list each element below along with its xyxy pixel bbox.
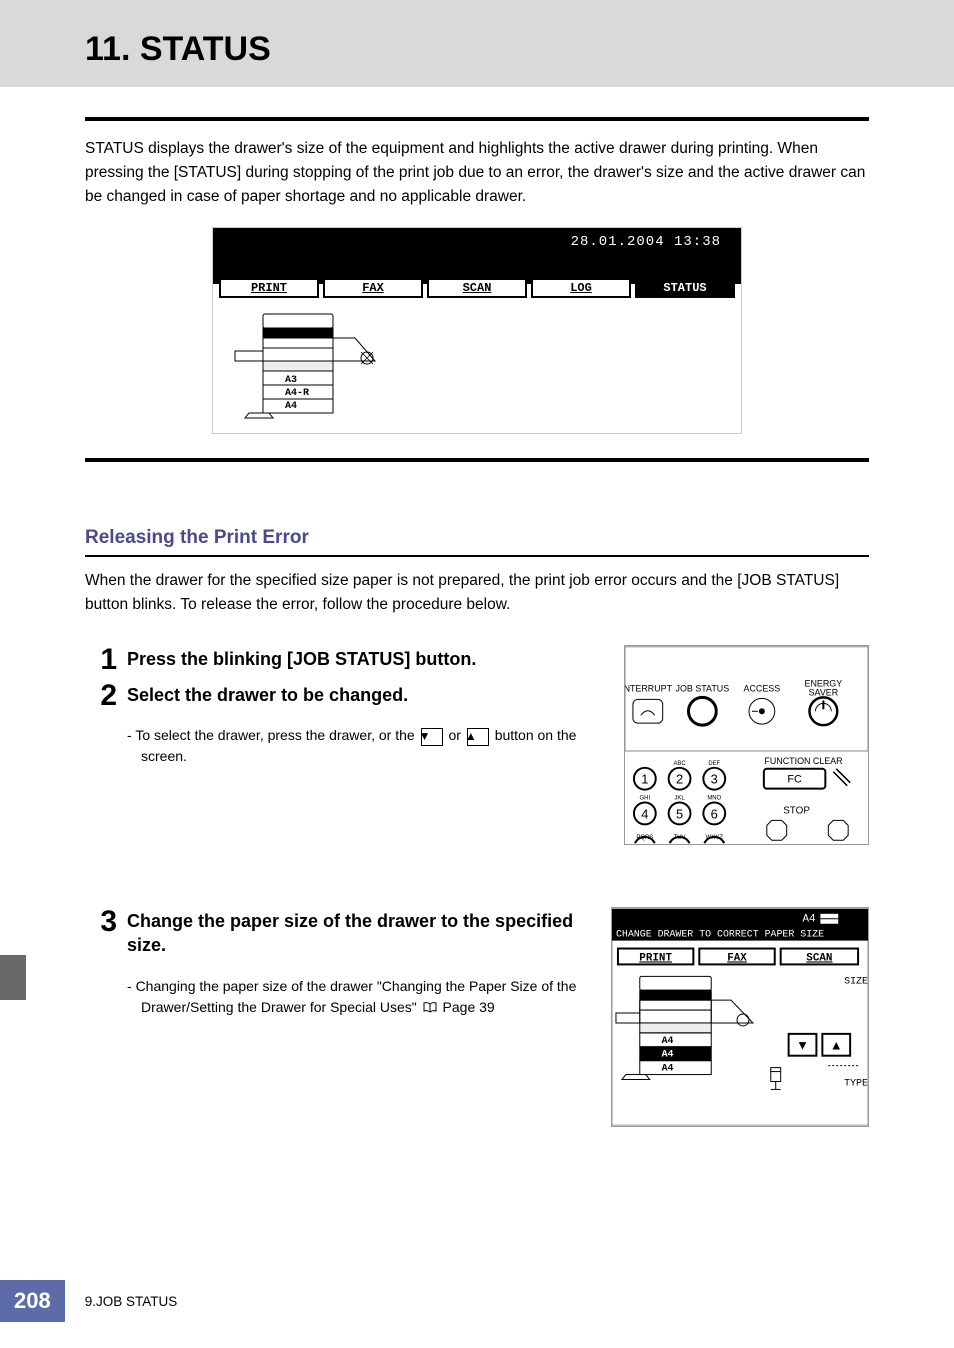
header-bar: 11. STATUS bbox=[0, 0, 954, 87]
intro-paragraph: STATUS displays the drawer's size of the… bbox=[85, 137, 869, 209]
type-label: TYPE bbox=[844, 1078, 868, 1089]
section-heading: Releasing the Print Error bbox=[85, 527, 869, 549]
step-3-pageref: Page 39 bbox=[439, 999, 495, 1015]
svg-text:5: 5 bbox=[676, 806, 683, 821]
step-1: 1 Press the blinking [JOB STATUS] button… bbox=[85, 645, 610, 675]
step-2-number: 2 bbox=[85, 681, 127, 767]
drawer-label-2: A4-R bbox=[285, 387, 309, 400]
svg-text:ABC: ABC bbox=[673, 761, 686, 767]
rule-top bbox=[85, 117, 869, 121]
drawer-label-1: A3 bbox=[285, 374, 309, 387]
step-2: 2 Select the drawer to be changed. To se… bbox=[85, 681, 610, 767]
step-1-title: Press the blinking [JOB STATUS] button. bbox=[127, 647, 610, 671]
svg-text:6: 6 bbox=[711, 806, 718, 821]
steps-1-2-wrap: NTERRUPT JOB STATUS ACCESS ENERGY SAVER … bbox=[85, 645, 869, 845]
side-tab bbox=[0, 955, 26, 1000]
step-3-title: Change the paper size of the drawer to t… bbox=[127, 909, 597, 958]
printer-diagram: A3 A4-R A4 bbox=[225, 306, 385, 421]
tab-fax: FAX bbox=[323, 278, 423, 298]
lcd-top: A4 bbox=[803, 914, 816, 926]
svg-text:2: 2 bbox=[676, 772, 683, 787]
drawer-label-3: A4 bbox=[285, 400, 309, 413]
step-3-number: 3 bbox=[85, 907, 127, 1018]
screenshot-panel: A3 A4-R A4 bbox=[213, 298, 741, 433]
rule-mid bbox=[85, 458, 869, 462]
lbl-stop: STOP bbox=[783, 806, 810, 817]
lcd-panel-image: A4 CHANGE DRAWER TO CORRECT PAPER SIZE P… bbox=[611, 907, 869, 1127]
svg-text:A4: A4 bbox=[662, 1049, 674, 1060]
tab-log: LOG bbox=[531, 278, 631, 298]
tab-print: PRINT bbox=[219, 278, 319, 298]
page-number: 208 bbox=[0, 1280, 65, 1322]
svg-text:▲: ▲ bbox=[830, 1038, 843, 1053]
page-footer: 208 9.JOB STATUS bbox=[0, 1280, 177, 1322]
up-arrow-icon: ▲ bbox=[467, 728, 489, 746]
svg-text:A4: A4 bbox=[662, 1063, 674, 1074]
down-arrow-icon: ▼ bbox=[421, 728, 443, 746]
book-icon bbox=[423, 1002, 437, 1013]
step-2-title: Select the drawer to be changed. bbox=[127, 683, 610, 707]
svg-text:A4: A4 bbox=[662, 1035, 674, 1046]
drawer-labels: A3 A4-R A4 bbox=[285, 374, 309, 413]
rule-subsection bbox=[85, 555, 869, 557]
svg-text:JKL: JKL bbox=[674, 796, 685, 802]
lcd-message: CHANGE DRAWER TO CORRECT PAPER SIZE bbox=[616, 929, 824, 940]
lbl-access: ACCESS bbox=[744, 684, 781, 694]
svg-text:FAX: FAX bbox=[727, 953, 747, 965]
step-3-wrap: A4 CHANGE DRAWER TO CORRECT PAPER SIZE P… bbox=[85, 907, 869, 1127]
tab-status: STATUS bbox=[635, 278, 735, 298]
screenshot-statusbar: 28.01.2004 13:38 bbox=[213, 228, 741, 284]
step-3: 3 Change the paper size of the drawer to… bbox=[85, 907, 597, 1018]
step-2-or: or bbox=[445, 727, 465, 743]
screenshot-tabs: PRINT FAX SCAN LOG STATUS bbox=[213, 278, 741, 298]
main-content: STATUS displays the drawer's size of the… bbox=[0, 117, 954, 1127]
lbl-fc-short: FC bbox=[787, 774, 802, 786]
lbl-fc: FUNCTION CLEAR bbox=[764, 756, 843, 766]
lbl-interrupt: NTERRUPT bbox=[625, 684, 673, 694]
step-3-detail: Changing the paper size of the drawer "C… bbox=[127, 976, 597, 1018]
svg-text:▼: ▼ bbox=[796, 1038, 809, 1053]
tab-scan: SCAN bbox=[427, 278, 527, 298]
svg-text:4: 4 bbox=[641, 806, 648, 821]
svg-text:MNO: MNO bbox=[707, 796, 721, 802]
svg-text:1: 1 bbox=[641, 772, 648, 787]
size-label: SIZE bbox=[844, 975, 868, 986]
step-2-detail: To select the drawer, press the drawer, … bbox=[127, 725, 610, 767]
lbl-jobstatus: JOB STATUS bbox=[676, 684, 730, 694]
svg-text:DEF: DEF bbox=[708, 761, 720, 767]
section-intro: When the drawer for the specified size p… bbox=[85, 569, 869, 617]
svg-text:PRINT: PRINT bbox=[639, 953, 672, 965]
control-panel-image: NTERRUPT JOB STATUS ACCESS ENERGY SAVER … bbox=[624, 645, 869, 845]
lbl-energy2: SAVER bbox=[809, 687, 839, 697]
svg-text:GHI: GHI bbox=[640, 796, 651, 802]
page-title: 11. STATUS bbox=[85, 30, 954, 69]
footer-label: 9.JOB STATUS bbox=[85, 1294, 178, 1309]
step-2-detail-pre: To select the drawer, press the drawer, … bbox=[135, 727, 418, 743]
step-1-number: 1 bbox=[85, 645, 127, 675]
step-3-detail-pre: Changing the paper size of the drawer "C… bbox=[136, 978, 577, 1015]
timestamp: 28.01.2004 13:38 bbox=[571, 234, 721, 250]
svg-text:3: 3 bbox=[711, 772, 718, 787]
status-screenshot: 28.01.2004 13:38 PRINT FAX SCAN LOG STAT… bbox=[212, 227, 742, 434]
svg-text:SCAN: SCAN bbox=[806, 953, 832, 965]
